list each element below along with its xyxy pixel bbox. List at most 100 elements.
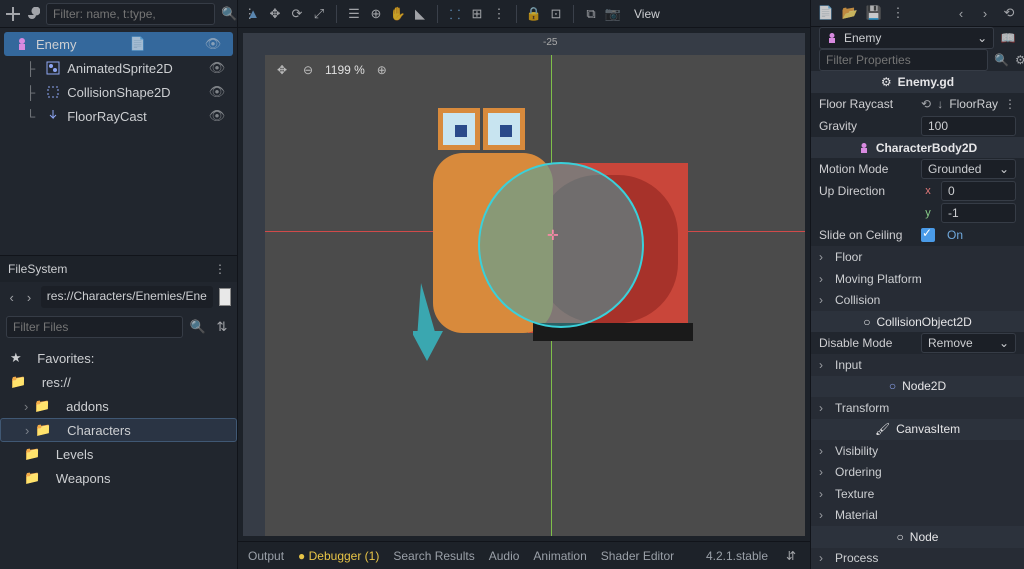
section-process[interactable]: ›Process — [811, 548, 1024, 569]
visibility-icon[interactable]: 👁 — [203, 84, 231, 100]
script-header[interactable]: ⚙ Enemy.gd — [811, 71, 1024, 92]
move-tool-icon[interactable]: ✥ — [266, 5, 284, 23]
motion-mode-select[interactable]: Grounded ⌄ — [921, 159, 1016, 179]
section-texture[interactable]: ›Texture — [811, 483, 1024, 504]
tab-shader-editor[interactable]: Shader Editor — [601, 549, 674, 563]
section-collision[interactable]: ›Collision — [811, 289, 1024, 310]
view-menu-button[interactable]: View — [626, 5, 668, 23]
skeleton-icon[interactable]: ⧉ — [582, 5, 600, 23]
viewport-2d[interactable]: -25 ✥ ⊖ 1199 % ⊕ ✛ — [243, 33, 805, 536]
prop-value[interactable]: FloorRay — [949, 97, 998, 111]
center-view-icon[interactable]: ✥ — [273, 61, 291, 79]
docs-icon[interactable]: 📖 — [1000, 29, 1016, 47]
folder-label: Characters — [67, 423, 131, 438]
scene-filter-input[interactable] — [46, 3, 215, 25]
visibility-icon[interactable]: 👁 — [203, 60, 231, 76]
class-header-characterbody2d[interactable]: CharacterBody2D — [811, 137, 1024, 158]
favorites-item[interactable]: ★ Favorites: — [0, 346, 237, 370]
search-icon[interactable]: 🔍 — [189, 318, 207, 336]
folder-addons[interactable]: › 📁 addons — [0, 394, 237, 418]
preview-thumbnail[interactable] — [219, 288, 231, 306]
rotate-tool-icon[interactable]: ⟳ — [288, 5, 306, 23]
gravity-field[interactable]: 100 — [921, 116, 1016, 136]
class-header-node2d[interactable]: ○ Node2D — [811, 376, 1024, 397]
load-resource-icon[interactable]: 📂 — [841, 4, 859, 22]
scene-tree-node-animated-sprite[interactable]: ├ AnimatedSprite2D 👁 — [0, 56, 237, 80]
filesystem-filter-input[interactable] — [6, 316, 183, 338]
section-moving-platform[interactable]: ›Moving Platform — [811, 268, 1024, 289]
section-input[interactable]: ›Input — [811, 354, 1024, 375]
filesystem-more-icon[interactable]: ⋮ — [211, 260, 229, 278]
new-resource-icon[interactable]: 📄 — [817, 4, 835, 22]
up-direction-x-field[interactable]: 0 — [941, 181, 1016, 201]
override-camera-icon[interactable]: 📷 — [604, 5, 622, 23]
scale-tool-icon[interactable]: ⤢ — [310, 5, 328, 23]
slide-ceiling-checkbox[interactable] — [921, 228, 935, 242]
scene-tree-node-enemy[interactable]: Enemy 📄 👁 — [4, 32, 233, 56]
node-dropdown[interactable]: Enemy ⌄ — [819, 27, 994, 49]
zoom-percent[interactable]: 1199 % — [325, 63, 365, 77]
folder-weapons[interactable]: 📁 Weapons — [0, 466, 237, 490]
history-icon[interactable]: ⟲ — [1000, 4, 1018, 22]
favorites-label: Favorites: — [37, 351, 94, 366]
tab-output[interactable]: Output — [248, 549, 284, 563]
scene-tree-node-collision-shape[interactable]: ├ CollisionShape2D 👁 — [0, 80, 237, 104]
pivot-icon[interactable]: ⊕ — [367, 5, 385, 23]
zoom-in-icon[interactable]: ⊕ — [373, 61, 391, 79]
class-header-collisionobject2d[interactable]: ○ CollisionObject2D — [811, 311, 1024, 332]
tab-animation[interactable]: Animation — [533, 549, 586, 563]
lock-icon[interactable]: 🔒 — [525, 5, 543, 23]
select-tool-icon[interactable]: ▲ — [244, 5, 262, 23]
tab-audio[interactable]: Audio — [489, 549, 520, 563]
visibility-icon[interactable]: 👁 — [199, 36, 227, 52]
section-ordering[interactable]: ›Ordering — [811, 462, 1024, 483]
save-resource-icon[interactable]: 💾 — [865, 4, 883, 22]
up-direction-y-field[interactable]: -1 — [941, 203, 1016, 223]
prop-gravity: Gravity 100 — [811, 115, 1024, 137]
visibility-icon[interactable]: 👁 — [203, 108, 231, 124]
prop-label: Gravity — [819, 119, 915, 133]
group-icon[interactable]: ⊡ — [547, 5, 565, 23]
section-visibility[interactable]: ›Visibility — [811, 440, 1024, 461]
nav-forward-icon[interactable]: › — [23, 288, 34, 306]
instance-scene-icon[interactable] — [26, 5, 40, 23]
filter-options-icon[interactable]: ⚙ — [1015, 51, 1024, 69]
inspector-filter-row: 🔍 ⚙ — [811, 49, 1024, 71]
scene-tree-node-floor-raycast[interactable]: └ FloorRayCast 👁 — [0, 104, 237, 128]
nav-back-icon[interactable]: ‹ — [6, 288, 17, 306]
snap-options-icon[interactable]: ⋮ — [490, 5, 508, 23]
tree-branch-icon: └ — [26, 109, 35, 124]
list-select-icon[interactable]: ☰ — [345, 5, 363, 23]
search-icon[interactable]: 🔍 — [994, 51, 1009, 69]
section-material[interactable]: ›Material — [811, 505, 1024, 526]
ruler-tool-icon[interactable]: ◣ — [411, 5, 429, 23]
star-icon: ★ — [10, 350, 22, 366]
tab-search-results[interactable]: Search Results — [393, 549, 474, 563]
folder-characters[interactable]: › 📁 Characters — [0, 418, 237, 442]
section-transform[interactable]: ›Transform — [811, 397, 1024, 418]
add-node-icon[interactable] — [6, 5, 20, 23]
zoom-out-icon[interactable]: ⊖ — [299, 61, 317, 79]
pan-tool-icon[interactable]: ✋ — [389, 5, 407, 23]
prop-more-icon[interactable]: ⋮ — [1004, 95, 1016, 113]
sort-icon[interactable]: ⇅ — [213, 318, 231, 336]
disable-mode-select[interactable]: Remove ⌄ — [921, 333, 1016, 353]
script-icon[interactable]: 📄 — [124, 36, 152, 52]
class-header-canvasitem[interactable]: 🖌 CanvasItem — [811, 419, 1024, 440]
inspector-filter-input[interactable] — [819, 49, 988, 71]
section-floor[interactable]: ›Floor — [811, 246, 1024, 267]
inspector-more-icon[interactable]: ⋮ — [889, 4, 907, 22]
revert-icon[interactable]: ⟲ — [921, 95, 931, 113]
history-forward-icon[interactable]: › — [976, 4, 994, 22]
folder-root[interactable]: 📁 res:// — [0, 370, 237, 394]
history-back-icon[interactable]: ‹ — [952, 4, 970, 22]
node-label: FloorRayCast — [67, 109, 146, 124]
folder-levels[interactable]: 📁 Levels — [0, 442, 237, 466]
smart-snap-icon[interactable]: ⸬ — [446, 5, 464, 23]
grid-snap-icon[interactable]: ⊞ — [468, 5, 486, 23]
search-icon[interactable]: 🔍 — [221, 5, 237, 23]
expand-bottom-panel-icon[interactable]: ⇵ — [782, 547, 800, 565]
filesystem-path[interactable]: res://Characters/Enemies/Ene — [41, 286, 213, 308]
class-header-node[interactable]: ○ Node — [811, 526, 1024, 547]
tab-debugger[interactable]: ● Debugger (1) — [298, 549, 379, 563]
